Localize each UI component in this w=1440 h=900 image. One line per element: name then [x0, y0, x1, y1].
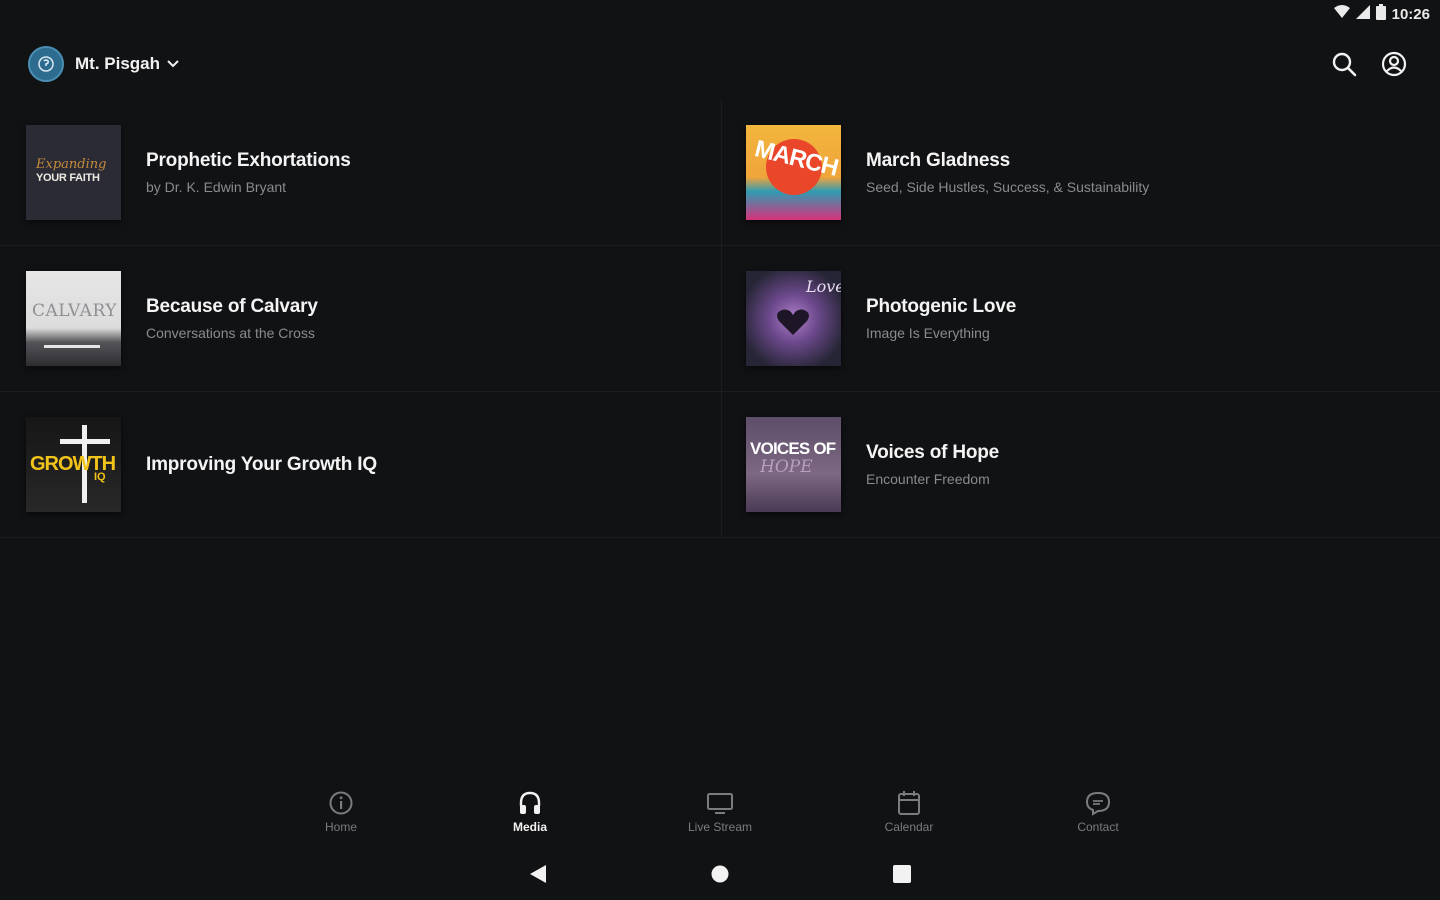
wifi-icon: [1333, 4, 1350, 24]
tv-icon: [707, 793, 733, 814]
thumbnail-text: VOICES OF: [750, 439, 836, 458]
bottom-navigation: Home Media Live Stream Calendar Contact: [0, 788, 1440, 842]
media-item-subtitle: Seed, Side Hustles, Success, & Sustainab…: [866, 179, 1150, 195]
nav-item-contact[interactable]: Contact: [1038, 788, 1158, 834]
app-bar: Mt. Pisgah: [0, 40, 1440, 88]
thumbnail-text: Love: [806, 277, 841, 296]
org-avatar: [28, 46, 64, 82]
media-item-march-gladness[interactable]: MARCH March Gladness Seed, Side Hustles,…: [722, 100, 1440, 246]
media-item-subtitle: by Dr. K. Edwin Bryant: [146, 179, 287, 195]
status-icons: 10:26: [1333, 3, 1430, 25]
recents-button[interactable]: [890, 862, 914, 886]
back-button[interactable]: [526, 862, 550, 886]
thumbnail-text: IQ: [94, 471, 106, 483]
media-item-prophetic-exhortations[interactable]: Expanding YOUR FAITH Prophetic Exhortati…: [0, 100, 722, 246]
system-navigation-bar: [0, 858, 1440, 890]
nav-item-media[interactable]: Media: [470, 788, 590, 834]
thumbnail-text: YOUR FAITH: [36, 172, 100, 184]
nav-label: Media: [512, 820, 547, 834]
cross-icon: [60, 439, 110, 444]
chat-icon: [1085, 791, 1111, 816]
media-thumbnail: Expanding YOUR FAITH: [26, 125, 121, 220]
nav-label: Calendar: [884, 820, 934, 834]
search-icon: [1332, 52, 1357, 77]
nav-item-live-stream[interactable]: Live Stream: [660, 788, 780, 834]
thumbnail-text: CALVARY: [32, 301, 117, 321]
media-thumbnail: CALVARY: [26, 271, 121, 366]
media-item-because-of-calvary[interactable]: CALVARY Because of Calvary Conversations…: [0, 246, 722, 392]
org-logo-icon: [38, 56, 54, 72]
media-thumbnail: Love: [746, 271, 841, 366]
media-item-photogenic-love[interactable]: Love Photogenic Love Image Is Everything: [722, 246, 1440, 392]
home-button[interactable]: [708, 862, 732, 886]
cell-signal-icon: [1355, 4, 1370, 24]
nav-label: Home: [324, 820, 357, 834]
media-item-improving-your-growth-iq[interactable]: GROWTH IQ Improving Your Growth IQ: [0, 392, 722, 538]
media-item-title: Photogenic Love: [866, 296, 1017, 317]
media-item-title: Voices of Hope: [866, 442, 1000, 463]
calendar-icon: [898, 791, 920, 815]
battery-icon: [1375, 3, 1386, 25]
headphones-icon: [519, 791, 541, 814]
media-thumbnail: GROWTH IQ: [26, 417, 121, 512]
search-button[interactable]: [1330, 50, 1358, 78]
thumbnail-text: Expanding: [36, 157, 107, 172]
media-item-title: Because of Calvary: [146, 296, 318, 317]
media-grid: Expanding YOUR FAITH Prophetic Exhortati…: [0, 100, 1440, 538]
status-bar: 10:26: [0, 0, 1440, 28]
nav-label: Contact: [1077, 820, 1119, 834]
media-item-title: Prophetic Exhortations: [146, 150, 351, 171]
home-circle-icon: [711, 865, 729, 883]
media-item-title: March Gladness: [866, 150, 1010, 171]
nav-label: Live Stream: [687, 820, 753, 834]
media-item-subtitle: Image Is Everything: [866, 325, 990, 341]
media-item-title: Improving Your Growth IQ: [146, 453, 377, 475]
org-name: Mt. Pisgah: [75, 54, 161, 73]
nav-item-home[interactable]: Home: [281, 788, 401, 834]
nav-item-calendar[interactable]: Calendar: [849, 788, 969, 834]
info-circle-icon: [329, 791, 353, 815]
media-thumbnail: VOICES OF HOPE: [746, 417, 841, 512]
back-triangle-icon: [530, 865, 546, 883]
heart-icon: [777, 309, 809, 335]
thumbnail-bar: [44, 345, 100, 348]
media-item-subtitle: Encounter Freedom: [866, 471, 990, 487]
media-thumbnail: MARCH: [746, 125, 841, 220]
media-item-subtitle: Conversations at the Cross: [146, 325, 315, 341]
chevron-down-icon: [167, 60, 179, 68]
org-switcher[interactable]: Mt. Pisgah: [28, 46, 179, 82]
account-button[interactable]: [1380, 50, 1408, 78]
media-item-voices-of-hope[interactable]: VOICES OF HOPE Voices of Hope Encounter …: [722, 392, 1440, 538]
account-icon: [1381, 51, 1407, 77]
thumbnail-text: HOPE: [760, 457, 813, 477]
recents-square-icon: [893, 865, 911, 883]
status-time: 10:26: [1391, 5, 1430, 23]
